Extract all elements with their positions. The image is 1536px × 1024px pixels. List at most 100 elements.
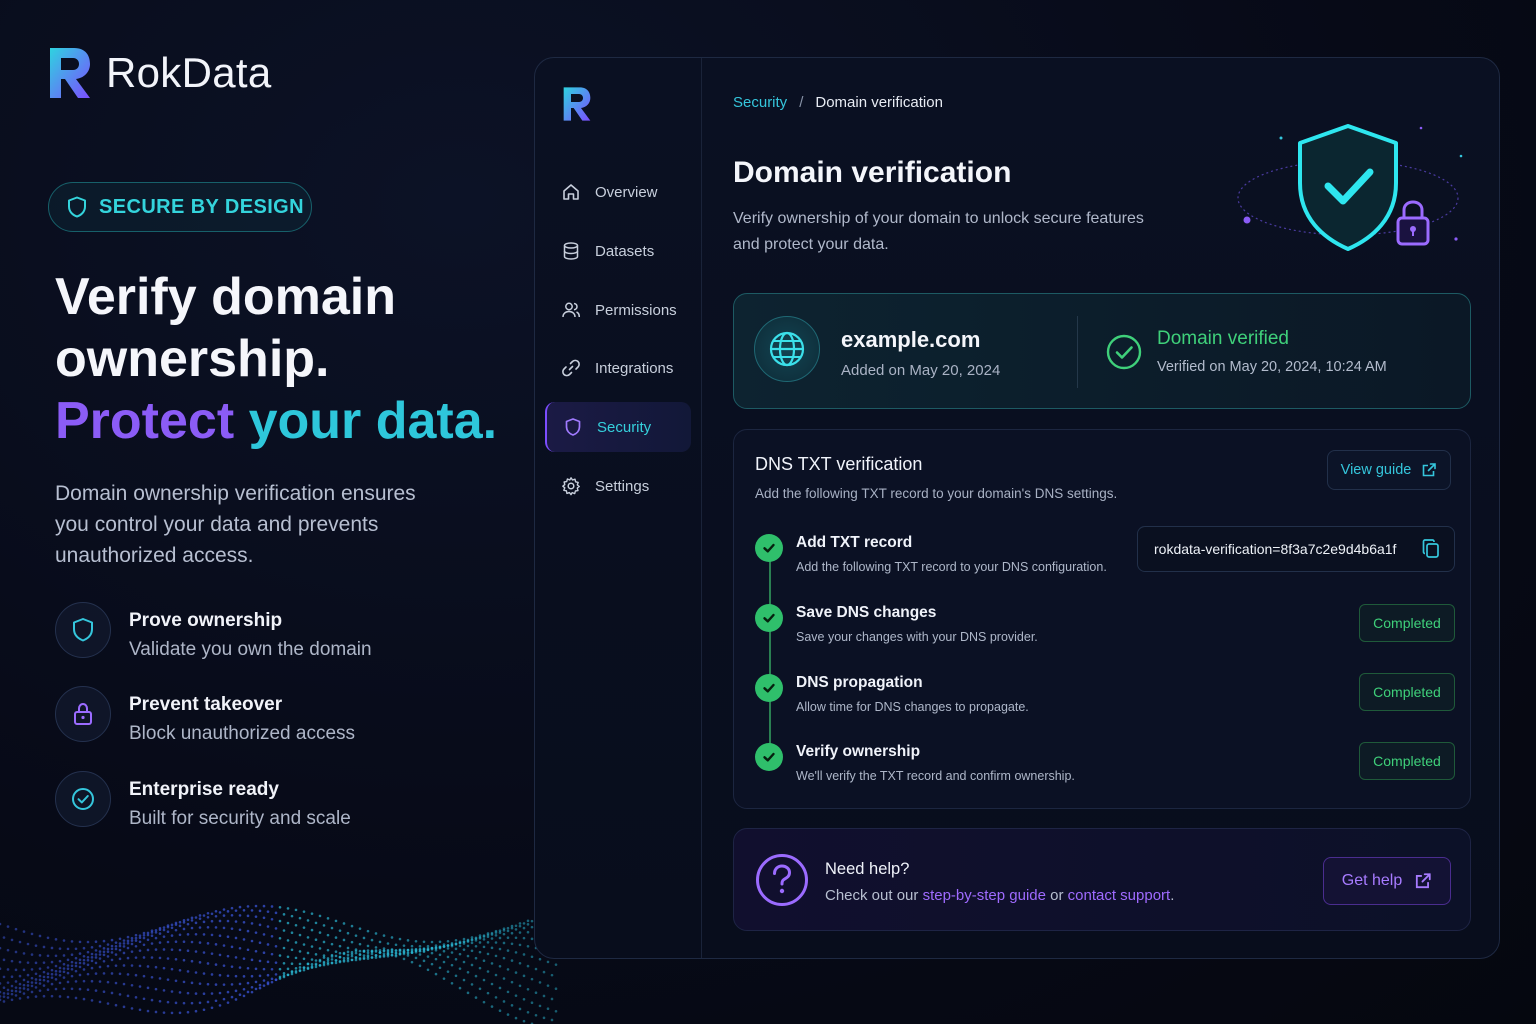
step-description: Save your changes with your DNS provider…	[796, 630, 1038, 644]
brand-name: RokData	[106, 49, 272, 96]
verification-status: Domain verified	[1157, 328, 1289, 349]
feature-icon-wrap	[55, 602, 111, 658]
dns-card-title: DNS TXT verification	[755, 454, 923, 474]
gear-icon	[562, 477, 580, 496]
home-icon	[563, 184, 579, 200]
question-circle-icon	[756, 854, 808, 906]
step-description: Allow time for DNS changes to propagate.	[796, 700, 1029, 714]
step-title: Save DNS changes	[796, 604, 937, 621]
check-circle-icon	[1106, 334, 1142, 370]
feature-icon-wrap	[55, 686, 111, 742]
breadcrumb-separator: /	[799, 94, 804, 111]
get-help-button[interactable]: Get help	[1323, 857, 1451, 905]
contact-support-link[interactable]: contact support	[1068, 887, 1171, 904]
hero-description: Domain ownership verification ensures yo…	[55, 482, 416, 567]
feature-subtitle: Built for security and scale	[129, 808, 351, 829]
sidebar-item-integrations[interactable]: Integrations	[545, 343, 691, 393]
breadcrumb-current: Domain verification	[815, 94, 943, 111]
txt-record-value[interactable]: rokdata-verification=8f3a7c2e9d4b6a1f	[1154, 541, 1396, 557]
card-divider	[1077, 316, 1078, 388]
step-check-icon	[755, 674, 783, 702]
domain-status-card: example.com Added on May 20, 2024 Domain…	[733, 293, 1471, 409]
feature-enterprise-ready: Enterprise ready Built for security and …	[55, 771, 351, 834]
step-check-icon	[755, 743, 783, 771]
brand: RokData	[48, 46, 272, 100]
feature-icon-wrap	[55, 771, 111, 827]
globe-icon	[769, 331, 805, 367]
hero-highlight-your-data: your data.	[248, 392, 498, 450]
page-title: Domain verification	[733, 156, 1012, 189]
view-guide-button[interactable]: View guide	[1327, 450, 1451, 490]
badge-label: SECURE BY DESIGN	[99, 195, 304, 218]
rokdata-r-logo-icon[interactable]	[561, 86, 593, 122]
sidebar-item-security[interactable]: Security	[545, 402, 691, 452]
hero-highlight-protect: Protect	[55, 392, 235, 450]
step-check-icon	[755, 604, 783, 632]
help-card: Need help? Check out our step-by-step gu…	[733, 828, 1471, 931]
page-description: Verify ownership of your domain to unloc…	[733, 210, 1144, 253]
external-link-icon	[1423, 463, 1437, 477]
hero-title: Verify domain ownership. Protect your da…	[55, 266, 497, 452]
feature-subtitle: Validate you own the domain	[129, 639, 372, 660]
status-badge: Completed	[1359, 673, 1455, 711]
help-text-suffix: .	[1170, 887, 1175, 904]
shield-icon	[565, 418, 581, 436]
copy-icon[interactable]	[1422, 539, 1440, 559]
status-badge: Completed	[1359, 604, 1455, 642]
breadcrumb-security-link[interactable]: Security	[733, 94, 787, 111]
sidebar-item-label: Permissions	[595, 301, 677, 319]
sidebar-item-datasets[interactable]: Datasets	[545, 226, 691, 276]
sidebar-item-permissions[interactable]: Permissions	[545, 285, 691, 335]
hero-title-line2: ownership.	[55, 330, 330, 388]
external-link-icon	[1416, 873, 1431, 889]
sidebar-item-settings[interactable]: Settings	[545, 461, 691, 511]
breadcrumb: Security / Domain verification	[733, 94, 943, 111]
feature-prevent-takeover: Prevent takeover Block unauthorized acce…	[55, 686, 355, 749]
sidebar-item-label: Datasets	[595, 242, 655, 260]
feature-title: Prove ownership	[129, 610, 283, 631]
sidebar-item-label: Integrations	[595, 359, 674, 377]
get-help-label: Get help	[1341, 872, 1403, 889]
dotted-wave-decoration	[0, 904, 558, 1024]
secure-by-design-badge: SECURE BY DESIGN	[48, 182, 312, 232]
step-description: Add the following TXT record to your DNS…	[796, 560, 1107, 574]
app-window: Overview Datasets Permissions Integratio…	[534, 57, 1500, 959]
help-text-middle: or	[1045, 887, 1068, 904]
hero-title-highlight: Protect your data.	[55, 390, 497, 452]
lock-icon	[74, 702, 92, 725]
sidebar: Overview Datasets Permissions Integratio…	[535, 58, 702, 958]
link-icon	[562, 359, 580, 377]
hero-title-line1: Verify domain	[55, 268, 396, 326]
users-icon	[562, 302, 581, 318]
help-text: Check out our step-by-step guide or cont…	[825, 887, 1174, 904]
sidebar-item-label: Security	[597, 418, 652, 436]
shield-icon	[68, 196, 86, 218]
globe-icon-wrap	[754, 316, 820, 382]
dns-card-subtitle: Add the following TXT record to your dom…	[755, 486, 1118, 501]
feature-subtitle: Block unauthorized access	[129, 723, 356, 744]
view-guide-label: View guide	[1340, 462, 1412, 478]
step-check-icon	[755, 534, 783, 562]
step-title: Add TXT record	[796, 534, 913, 551]
shield-icon	[73, 618, 93, 642]
main-content: Security / Domain verification Domain ve…	[733, 58, 1499, 958]
feature-title: Prevent takeover	[129, 694, 283, 715]
feature-prove-ownership: Prove ownership Validate you own the dom…	[55, 602, 372, 665]
check-circle-icon	[72, 788, 94, 810]
step-by-step-guide-link[interactable]: step-by-step guide	[923, 887, 1046, 904]
sidebar-item-overview[interactable]: Overview	[545, 167, 691, 217]
verified-date: Verified on May 20, 2024, 10:24 AM	[1157, 359, 1387, 375]
txt-record-value-field[interactable]: rokdata-verification=8f3a7c2e9d4b6a1f	[1137, 526, 1455, 572]
help-title: Need help?	[825, 860, 910, 878]
dns-txt-verification-card: DNS TXT verification Add the following T…	[733, 429, 1471, 809]
domain-name: example.com	[841, 327, 981, 352]
database-icon	[563, 242, 579, 260]
sidebar-item-label: Overview	[595, 183, 658, 201]
help-text-prefix: Check out our	[825, 887, 923, 904]
step-description: We'll verify the TXT record and confirm …	[796, 769, 1075, 783]
status-badge: Completed	[1359, 742, 1455, 780]
domain-added-date: Added on May 20, 2024	[841, 362, 1001, 379]
feature-title: Enterprise ready	[129, 779, 279, 800]
sidebar-item-label: Settings	[595, 477, 650, 495]
step-connector-line	[769, 560, 771, 770]
